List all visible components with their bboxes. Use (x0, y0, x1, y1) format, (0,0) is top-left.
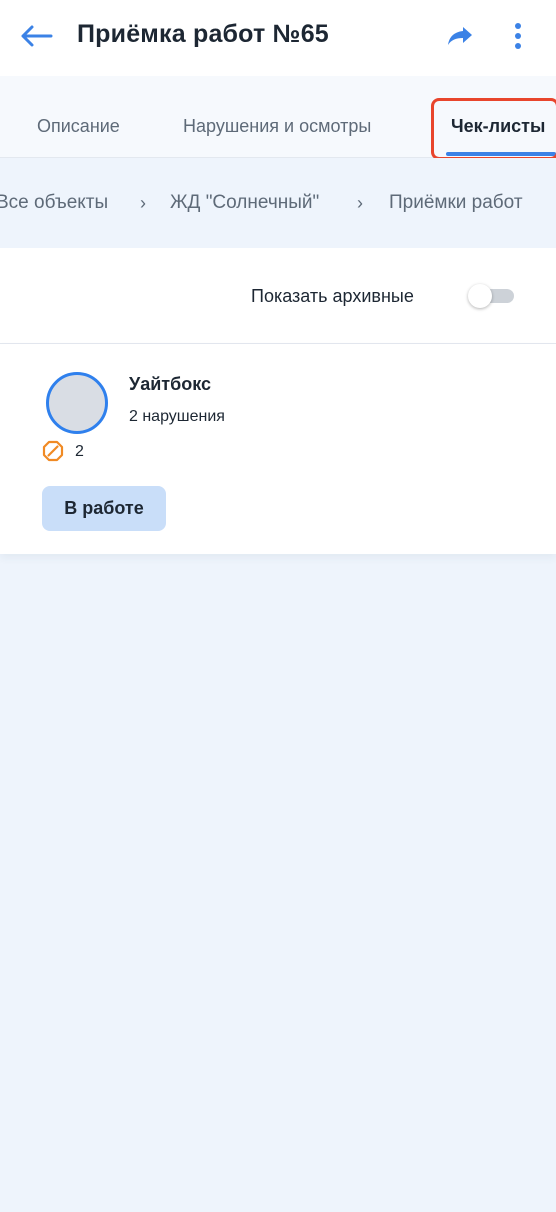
prohibited-icon (42, 440, 64, 462)
checklist-name: Уайтбокс (129, 374, 211, 394)
breadcrumb-separator: › (140, 193, 146, 213)
tab-checklists[interactable]: Чек-листы (451, 116, 545, 137)
breadcrumb-separator: › (357, 193, 363, 213)
checklist-card[interactable]: Уайтбокс 2 нарушения 2 В работе (0, 344, 556, 554)
top-app-bar: Приёмка работ №65 (0, 0, 556, 76)
archive-toggle-label: Показать архивные (251, 286, 414, 306)
breadcrumb: Все объекты › ЖД "Солнечный" › Приёмки р… (0, 158, 556, 248)
active-tab-indicator (446, 152, 556, 156)
tab-description[interactable]: Описание (37, 116, 120, 137)
back-button[interactable] (14, 16, 58, 60)
tab-violations[interactable]: Нарушения и осмотры (183, 116, 371, 137)
arrow-left-icon (19, 24, 53, 53)
more-options-button[interactable] (496, 16, 540, 60)
violations-summary: 2 нарушения (129, 408, 225, 425)
status-badge: В работе (42, 486, 166, 531)
share-button[interactable] (438, 16, 482, 60)
toggle-knob (468, 284, 492, 308)
violation-count: 2 (75, 443, 84, 460)
avatar (46, 372, 108, 434)
breadcrumb-project[interactable]: ЖД "Солнечный" (170, 192, 319, 214)
page-title: Приёмка работ №65 (77, 20, 329, 48)
share-icon (446, 25, 474, 52)
tab-bar: Описание Нарушения и осмотры Чек-листы (0, 76, 556, 158)
archive-toggle[interactable] (468, 284, 516, 308)
archive-filter-row: Показать архивные (0, 248, 556, 344)
breadcrumb-all-objects[interactable]: Все объекты (0, 192, 108, 214)
breadcrumb-acceptances[interactable]: Приёмки работ (389, 192, 523, 214)
more-vertical-icon (514, 22, 522, 55)
